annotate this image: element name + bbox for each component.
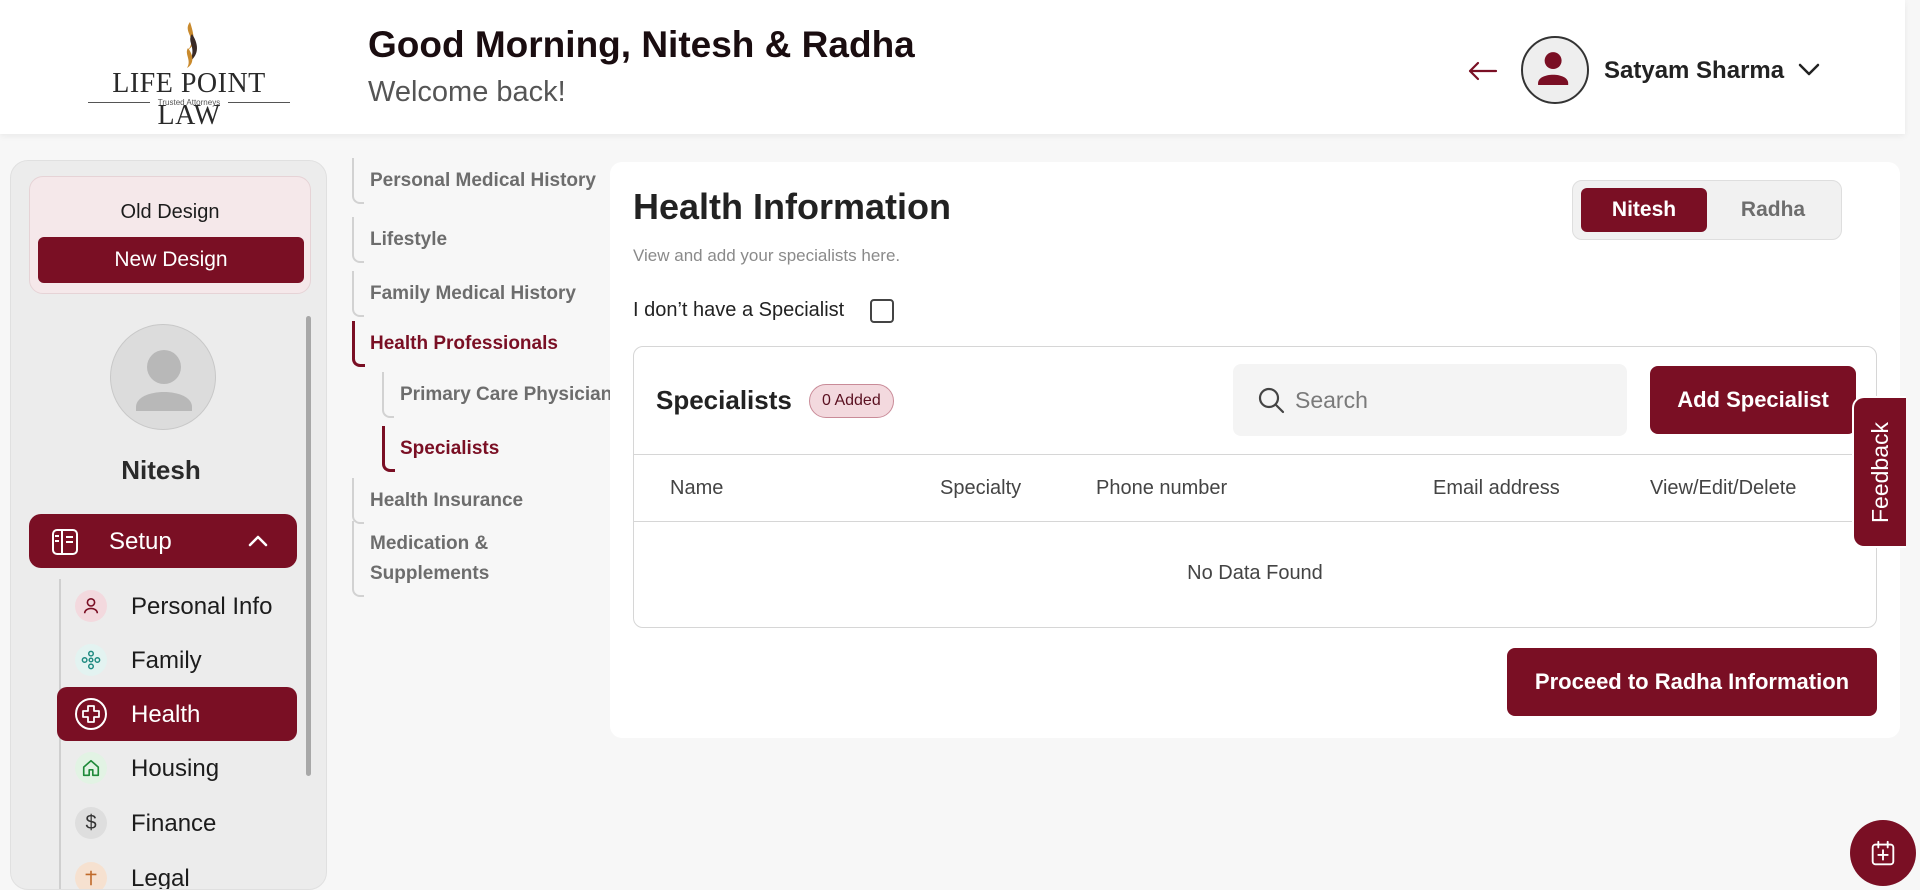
add-specialist-button[interactable]: Add Specialist — [1650, 366, 1856, 434]
table-header: Name Specialty Phone number Email addres… — [634, 454, 1876, 522]
health-information-card: Health Information View and add your spe… — [610, 162, 1900, 738]
specialists-panel: Specialists 0 Added Add Specialist Name … — [633, 346, 1877, 628]
setup-label: Setup — [109, 528, 172, 555]
subnav-health-insurance[interactable]: Health Insurance — [352, 478, 523, 524]
subnav-primary-care-physician[interactable]: Primary Care Physician — [382, 372, 612, 418]
subnav-family-medical-history[interactable]: Family Medical History — [352, 271, 576, 317]
feedback-tab[interactable]: Feedback — [1852, 396, 1906, 548]
column-header-specialty[interactable]: Specialty — [940, 477, 1021, 500]
specialists-count-badge: 0 Added — [809, 384, 894, 418]
no-specialist-checkbox[interactable] — [870, 299, 894, 323]
feedback-label: Feedback — [1866, 421, 1893, 523]
design-switcher: Old Design New Design — [29, 176, 311, 294]
page-title: Health Information — [633, 186, 952, 227]
legal-icon — [75, 862, 107, 889]
empty-state-text: No Data Found — [1187, 562, 1323, 584]
sidebar-item-family[interactable]: Family — [57, 633, 297, 687]
new-design-button[interactable]: New Design — [38, 237, 304, 283]
house-icon — [75, 752, 107, 784]
subnav-personal-medical-history[interactable]: Personal Medical History — [352, 158, 596, 204]
column-header-email[interactable]: Email address — [1433, 477, 1560, 500]
sidebar-item-personal-info[interactable]: Personal Info — [57, 579, 297, 633]
old-design-button[interactable]: Old Design — [30, 201, 310, 224]
search-input[interactable] — [1295, 380, 1605, 420]
left-sidebar: Old Design New Design Nitesh Setup Perso… — [10, 160, 327, 890]
sidebar-item-label: Legal — [131, 865, 190, 890]
subnav-medication-supplements[interactable]: Medication & Supplements — [352, 521, 490, 597]
greeting-title: Good Morning, Nitesh & Radha — [368, 24, 915, 65]
book-icon — [52, 529, 78, 555]
search-box[interactable] — [1233, 364, 1627, 436]
top-header: LIFE POINT LAW Trusted Attorneys Good Mo… — [0, 0, 1905, 134]
toggle-nitesh[interactable]: Nitesh — [1581, 188, 1707, 232]
person-icon — [75, 590, 107, 622]
flame-logo-icon — [186, 22, 198, 68]
subnav-health-professionals[interactable]: Health Professionals — [352, 321, 558, 367]
page-subtitle: View and add your specialists here. — [633, 246, 901, 265]
user-avatar[interactable] — [1521, 36, 1589, 104]
sidebar-item-label: Personal Info — [131, 593, 273, 620]
logo-divider-right — [228, 102, 290, 103]
sidebar-item-label: Housing — [131, 755, 220, 782]
column-header-name[interactable]: Name — [670, 477, 723, 500]
setup-menu-toggle[interactable]: Setup — [29, 514, 297, 568]
dollar-icon: $ — [75, 807, 107, 839]
search-icon — [1258, 387, 1285, 414]
subnav-medication-line2: Supplements — [370, 563, 490, 584]
person-toggle: Nitesh Radha — [1572, 180, 1842, 240]
sidebar-item-label: Finance — [131, 810, 217, 837]
sidebar-scrollbar[interactable] — [306, 316, 311, 776]
life-point-law-logo[interactable]: LIFE POINT LAW Trusted Attorneys — [84, 18, 294, 131]
chevron-up-icon — [248, 535, 268, 547]
profile-avatar — [110, 324, 216, 430]
sidebar-item-legal[interactable]: Legal — [57, 851, 297, 890]
family-icon — [75, 644, 107, 676]
toggle-radha[interactable]: Radha — [1711, 188, 1835, 232]
sidebar-item-health[interactable]: Health — [57, 687, 297, 741]
subnav-lifestyle[interactable]: Lifestyle — [352, 217, 447, 263]
health-cross-icon — [75, 698, 107, 730]
user-name[interactable]: Satyam Sharma — [1604, 57, 1784, 85]
chevron-down-icon[interactable] — [1796, 58, 1822, 80]
sidebar-item-housing[interactable]: Housing — [57, 741, 297, 795]
sidebar-item-finance[interactable]: $ Finance — [57, 796, 297, 850]
sidebar-item-label: Family — [131, 647, 202, 674]
subnav-medication-line1: Medication & — [370, 533, 489, 554]
column-header-phone[interactable]: Phone number — [1096, 477, 1227, 500]
subnav-specialists[interactable]: Specialists — [382, 426, 499, 472]
user-placeholder-icon — [136, 350, 192, 411]
column-header-actions: View/Edit/Delete — [1650, 477, 1797, 499]
profile-name: Nitesh — [121, 455, 201, 485]
welcome-text: Welcome back! — [368, 76, 566, 108]
specialists-title: Specialists — [656, 385, 792, 415]
user-silhouette-icon — [1538, 52, 1569, 86]
add-appointment-button[interactable] — [1850, 820, 1916, 886]
back-arrow-icon[interactable] — [1464, 56, 1500, 86]
proceed-button[interactable]: Proceed to Radha Information — [1507, 648, 1877, 716]
no-specialist-label: I don’t have a Specialist — [633, 299, 845, 321]
sidebar-item-label: Health — [131, 701, 201, 728]
calendar-add-icon — [1871, 840, 1895, 866]
